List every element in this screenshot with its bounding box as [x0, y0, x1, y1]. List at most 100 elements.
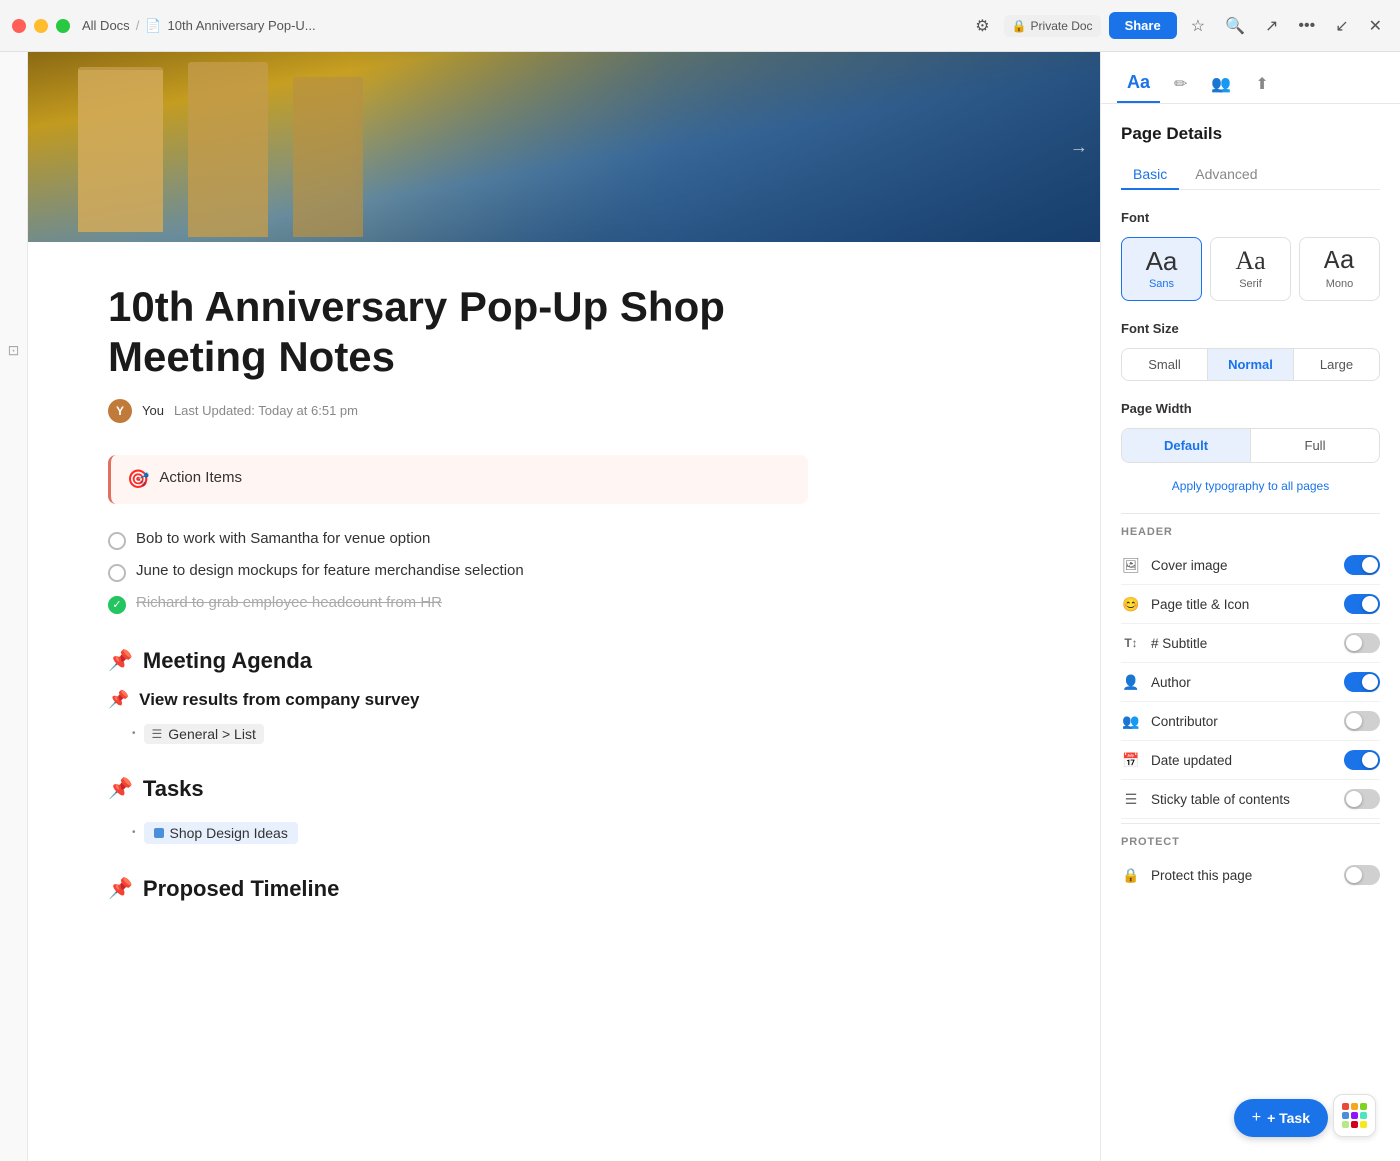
section-heading-timeline: 📌 Proposed Timeline [108, 876, 808, 902]
tab-collab[interactable]: 👥 [1201, 66, 1241, 102]
meta-author: You [142, 403, 164, 418]
toggle-contributor: 👥 Contributor [1121, 702, 1380, 741]
contributor-label: Contributor [1151, 714, 1344, 729]
todo-item: Bob to work with Samantha for venue opti… [108, 524, 808, 556]
font-option-serif[interactable]: Aa Serif [1210, 237, 1291, 301]
font-option-sans[interactable]: Aa Sans [1121, 237, 1202, 301]
bullet-item-list: • ☰ General > List [132, 720, 808, 748]
font-size-options: Small Normal Large [1121, 348, 1380, 381]
star-button[interactable]: ☆ [1185, 10, 1211, 42]
settings-icon-button[interactable]: ⚙ [969, 10, 995, 42]
author-label: Author [1151, 675, 1344, 690]
subtitle-toggle[interactable] [1344, 633, 1380, 653]
tasks-pin-icon: 📌 [108, 776, 133, 801]
size-small[interactable]: Small [1122, 349, 1208, 380]
grid-dots-icon [1342, 1103, 1367, 1128]
collapse-button[interactable]: ↙ [1329, 10, 1354, 42]
subtab-basic[interactable]: Basic [1121, 160, 1179, 190]
font-mono-label: Mono [1326, 278, 1354, 290]
task-chip[interactable]: Shop Design Ideas [144, 822, 298, 844]
protect-toggle[interactable] [1344, 865, 1380, 885]
task-chip-text: Shop Design Ideas [170, 825, 288, 841]
callout-block: 🎯 Action Items [108, 455, 808, 504]
panel-subtabs: Basic Advanced [1121, 160, 1380, 190]
date-updated-toggle[interactable] [1344, 750, 1380, 770]
section-title-agenda: Meeting Agenda [143, 648, 312, 674]
todo-text-3: Richard to grab employee headcount from … [136, 594, 442, 611]
todo-item: June to design mockups for feature merch… [108, 556, 808, 588]
titlebar-actions: ⚙ 🔒 Private Doc Share ☆ 🔍 ↗ ••• ↙ ✕ [969, 10, 1388, 42]
subsection-pin-icon: 📌 [108, 690, 129, 710]
apply-typography-link[interactable]: Apply typography to all pages [1121, 479, 1380, 493]
font-options: Aa Sans Aa Serif Aa Mono [1121, 237, 1380, 301]
font-serif-letter: Aa [1235, 248, 1265, 274]
author-icon: 👤 [1121, 672, 1141, 692]
timeline-pin-icon: 📌 [108, 876, 133, 901]
font-size-label: Font Size [1121, 321, 1380, 336]
expand-button[interactable]: ↗ [1259, 10, 1284, 42]
bullet-list-tasks: • Shop Design Ideas [132, 818, 808, 848]
share-button[interactable]: Share [1109, 12, 1177, 39]
section-heading-tasks: 📌 Tasks [108, 776, 808, 802]
meta-date: Last Updated: Today at 6:51 pm [174, 403, 358, 418]
contributor-toggle[interactable] [1344, 711, 1380, 731]
task-fab-button[interactable]: + + Task [1234, 1099, 1328, 1137]
bullet-item-task: • Shop Design Ideas [132, 818, 808, 848]
font-sans-label: Sans [1149, 278, 1174, 290]
list-chip[interactable]: ☰ General > List [144, 724, 264, 744]
typography-icon: Aa [1127, 72, 1150, 93]
todo-checkbox-2[interactable] [108, 564, 126, 582]
section-pin-icon: 📌 [108, 648, 133, 673]
maximize-button[interactable] [56, 19, 70, 33]
panel-divider-1 [1121, 513, 1380, 514]
style-icon: ✏ [1174, 74, 1187, 94]
toc-icon: ☰ [1121, 789, 1141, 809]
close-button[interactable] [12, 19, 26, 33]
breadcrumb-root[interactable]: All Docs [82, 18, 130, 33]
bullet-dot-icon: • [132, 728, 136, 739]
page-title-toggle[interactable] [1344, 594, 1380, 614]
font-label: Font [1121, 210, 1380, 225]
author-toggle[interactable] [1344, 672, 1380, 692]
minimize-button[interactable] [34, 19, 48, 33]
toggle-toc: ☰ Sticky table of contents [1121, 780, 1380, 819]
cover-image-toggle[interactable] [1344, 555, 1380, 575]
section-meeting-agenda: 📌 Meeting Agenda [108, 648, 808, 674]
toggle-protect-page: 🔒 Protect this page [1121, 856, 1380, 894]
section-tasks: 📌 Tasks • Shop Design Ideas [108, 776, 808, 848]
cover-arrow-icon: → [1070, 137, 1088, 158]
cover-image-label: Cover image [1151, 558, 1344, 573]
grid-fab-button[interactable] [1333, 1094, 1376, 1137]
tab-typography[interactable]: Aa [1117, 64, 1160, 103]
sidebar-toggle[interactable]: ⊡ [0, 52, 28, 1161]
panel-title: Page Details [1121, 124, 1380, 144]
size-large[interactable]: Large [1294, 349, 1379, 380]
cover-shapes [28, 52, 1100, 242]
tab-share[interactable]: ⬆ [1245, 66, 1278, 102]
subtab-advanced[interactable]: Advanced [1183, 160, 1269, 190]
font-option-mono[interactable]: Aa Mono [1299, 237, 1380, 301]
date-updated-icon: 📅 [1121, 750, 1141, 770]
width-full[interactable]: Full [1251, 429, 1379, 462]
breadcrumb-doc-title[interactable]: 10th Anniversary Pop-U... [168, 18, 316, 33]
close-window-button[interactable]: ✕ [1363, 10, 1388, 42]
toc-toggle[interactable] [1344, 789, 1380, 809]
callout-text: Action Items [159, 469, 242, 486]
tab-style[interactable]: ✏ [1164, 66, 1197, 102]
more-button[interactable]: ••• [1292, 11, 1321, 41]
toggle-subtitle: T↕ # Subtitle [1121, 624, 1380, 663]
subtitle-icon: T↕ [1121, 633, 1141, 653]
todo-checkbox-1[interactable] [108, 532, 126, 550]
contributor-icon: 👥 [1121, 711, 1141, 731]
sidebar-toggle-icon: ⊡ [8, 342, 20, 359]
search-button[interactable]: 🔍 [1219, 10, 1251, 42]
traffic-lights [12, 19, 70, 33]
todo-checkbox-3[interactable]: ✓ [108, 596, 126, 614]
subsection-title: View results from company survey [139, 690, 419, 710]
size-normal[interactable]: Normal [1208, 349, 1294, 380]
panel-content: Page Details Basic Advanced Font Aa Sans… [1101, 104, 1400, 914]
width-default[interactable]: Default [1122, 429, 1251, 462]
task-fab-plus-icon: + [1252, 1109, 1261, 1127]
toggle-page-title: 😊 Page title & Icon [1121, 585, 1380, 624]
section-timeline: 📌 Proposed Timeline [108, 876, 808, 902]
